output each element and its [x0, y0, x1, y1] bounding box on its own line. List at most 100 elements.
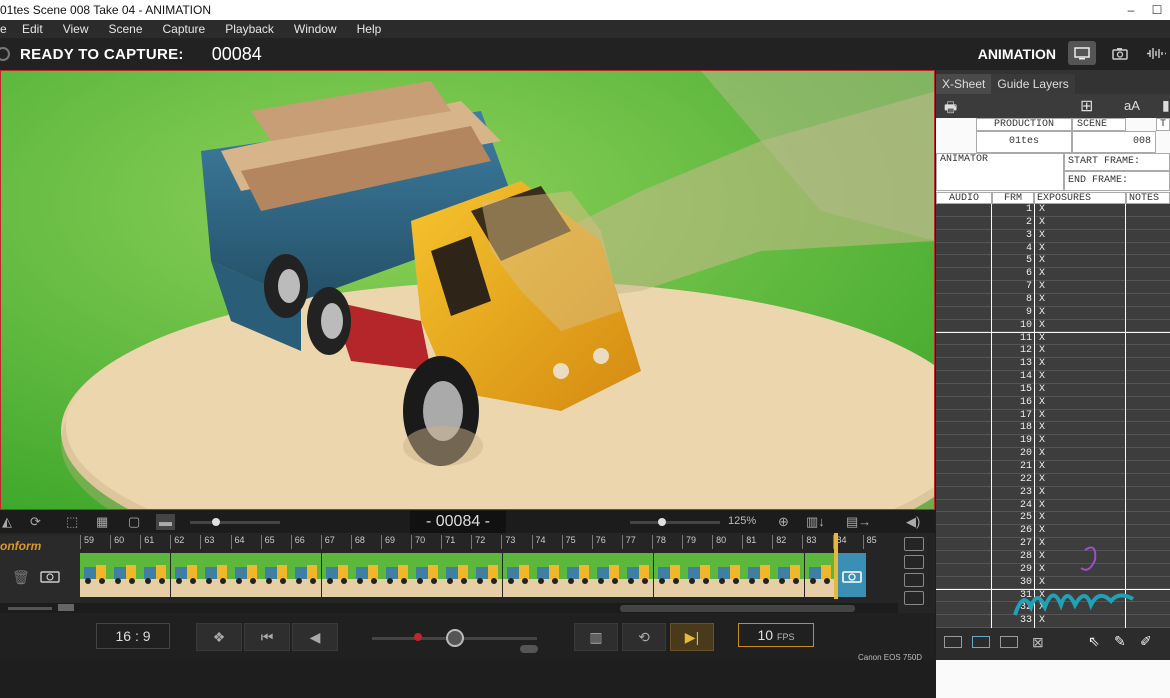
menu-scene[interactable]: Scene — [98, 20, 152, 38]
opacity-slider-knob[interactable] — [212, 518, 220, 526]
menu-help[interactable]: Help — [347, 20, 392, 38]
audio-cell[interactable] — [936, 204, 991, 217]
fps-field[interactable]: 10 FPS — [738, 623, 814, 647]
frame-thumbnail[interactable] — [713, 553, 744, 597]
notes-cell[interactable] — [1126, 229, 1170, 243]
exposure-cell[interactable]: X — [1035, 422, 1125, 436]
xsheet-row[interactable]: 25 X — [936, 512, 1170, 526]
audio-cell[interactable] — [936, 319, 991, 333]
audio-cell[interactable] — [936, 525, 991, 539]
exposure-cell[interactable]: X — [1035, 229, 1125, 243]
timeline-scroll-thumb[interactable] — [620, 605, 855, 612]
frame-thumbnail[interactable] — [412, 553, 443, 597]
zoom-slider-track[interactable] — [630, 521, 720, 524]
exposure-cell[interactable]: X — [1035, 473, 1125, 487]
frame-thumbnail[interactable] — [623, 553, 654, 597]
frame-thumbnail[interactable] — [804, 553, 835, 597]
exposure-cell[interactable]: X — [1035, 396, 1125, 410]
notes-cell[interactable] — [1126, 345, 1170, 359]
xsheet-row[interactable]: 7X — [936, 281, 1170, 294]
audio-cell[interactable] — [936, 486, 991, 500]
xsheet-row[interactable]: 4X — [936, 242, 1170, 256]
xsheet-row[interactable]: 3X — [936, 229, 1170, 243]
xsheet-row[interactable]: 18 X — [936, 422, 1170, 436]
audio-cell[interactable] — [936, 512, 991, 526]
audio-cell[interactable] — [936, 499, 991, 513]
pencil-icon[interactable]: ✎ — [1114, 633, 1126, 650]
timeline-zoom-track[interactable] — [8, 607, 52, 610]
frame-thumbnail[interactable] — [230, 553, 261, 597]
audio-cell[interactable] — [936, 563, 991, 577]
exposure-cell[interactable]: X — [1035, 319, 1125, 333]
frame-thumbnail[interactable] — [502, 553, 533, 597]
menu-view[interactable]: View — [53, 20, 99, 38]
notes-cell[interactable] — [1126, 396, 1170, 410]
frame-preview-icon[interactable] — [944, 636, 962, 648]
exposure-cell[interactable]: X — [1035, 345, 1125, 359]
exposure-cell[interactable]: X — [1035, 268, 1125, 282]
safe-area-icon[interactable]: ⬚ — [66, 514, 78, 530]
tab-guide-layers[interactable]: Guide Layers — [991, 74, 1075, 94]
keyframe-button[interactable]: ❖ — [196, 623, 242, 651]
xsheet-row[interactable]: 13 X — [936, 358, 1170, 372]
frame-thumbnail[interactable] — [683, 553, 714, 597]
audio-cell[interactable] — [936, 281, 991, 294]
notes-cell[interactable] — [1126, 473, 1170, 487]
snapshot-camera-icon[interactable] — [40, 569, 60, 588]
timeline-scrollbar[interactable] — [0, 603, 935, 613]
xsheet-row[interactable]: 11 X — [936, 332, 1170, 346]
xsheet-row[interactable]: 24 X — [936, 499, 1170, 513]
animator-field[interactable]: ANIMATOR — [936, 153, 1064, 191]
frame-icon[interactable] — [904, 573, 924, 587]
exposure-cell[interactable]: X — [1035, 512, 1125, 526]
frame-thumbnail[interactable] — [170, 553, 201, 597]
frame-thumbnail[interactable] — [140, 553, 171, 597]
notes-cell[interactable] — [1126, 242, 1170, 256]
frame-thumbnail[interactable] — [351, 553, 382, 597]
capture-viewer[interactable] — [0, 70, 935, 510]
xsheet-row[interactable]: 1X — [936, 204, 1170, 217]
minimize-button[interactable]: – — [1118, 0, 1144, 20]
exposure-cell[interactable]: X — [1035, 371, 1125, 384]
audio-cell[interactable] — [936, 306, 991, 320]
production-value[interactable]: 01tes — [976, 131, 1072, 153]
font-size-icon[interactable]: aA — [1124, 98, 1140, 113]
thumbnail-strip[interactable] — [80, 553, 840, 597]
frame-thumbnail[interactable] — [291, 553, 322, 597]
audio-cell[interactable] — [936, 550, 991, 564]
xsheet-row[interactable]: 23 X — [936, 486, 1170, 500]
start-frame-field[interactable]: START FRAME: — [1064, 153, 1170, 171]
exposure-cell[interactable]: X — [1035, 486, 1125, 500]
xsheet-row[interactable]: 26 X — [936, 525, 1170, 539]
frame-thumbnail[interactable] — [593, 553, 624, 597]
live-view-button[interactable]: ▶| — [670, 623, 714, 651]
notes-cell[interactable] — [1126, 499, 1170, 513]
speed-toggle[interactable] — [520, 645, 538, 653]
audio-cell[interactable] — [936, 332, 991, 346]
xsheet-row[interactable]: 15 X — [936, 383, 1170, 397]
widescreen-icon[interactable]: ▬ — [156, 514, 175, 530]
audio-cell[interactable] — [936, 383, 991, 397]
notes-cell[interactable] — [1126, 216, 1170, 230]
audio-cell[interactable] — [936, 461, 991, 474]
exposure-cell[interactable]: X — [1035, 358, 1125, 372]
frame-strip-down-icon[interactable]: ▥↓ — [806, 514, 825, 530]
audio-cell[interactable] — [936, 242, 991, 256]
insert-arrow-icon[interactable]: ▤→ — [846, 514, 871, 530]
xsheet-row[interactable]: 12 X — [936, 345, 1170, 359]
frame-thumbnail[interactable] — [532, 553, 563, 597]
notes-cell[interactable] — [1126, 371, 1170, 384]
playback-marker[interactable] — [414, 633, 422, 641]
fit-frame-icon[interactable] — [904, 555, 924, 569]
frame-ruler[interactable]: 59 60 61 62 63 64 65 66 67 68 69 70 71 72 73 74 75 76 77 78… — [80, 535, 890, 551]
notes-cell[interactable] — [1126, 319, 1170, 333]
menu-file[interactable]: e — [0, 20, 12, 38]
exposure-cell[interactable]: X — [1035, 461, 1125, 474]
exposure-cell[interactable]: X — [1035, 204, 1125, 217]
xsheet-row[interactable]: 8X — [936, 293, 1170, 307]
frame-thumbnail[interactable] — [321, 553, 352, 597]
exposure-cell[interactable]: X — [1035, 281, 1125, 294]
notes-cell[interactable] — [1126, 448, 1170, 461]
menu-edit[interactable]: Edit — [12, 20, 53, 38]
menu-capture[interactable]: Capture — [153, 20, 216, 38]
